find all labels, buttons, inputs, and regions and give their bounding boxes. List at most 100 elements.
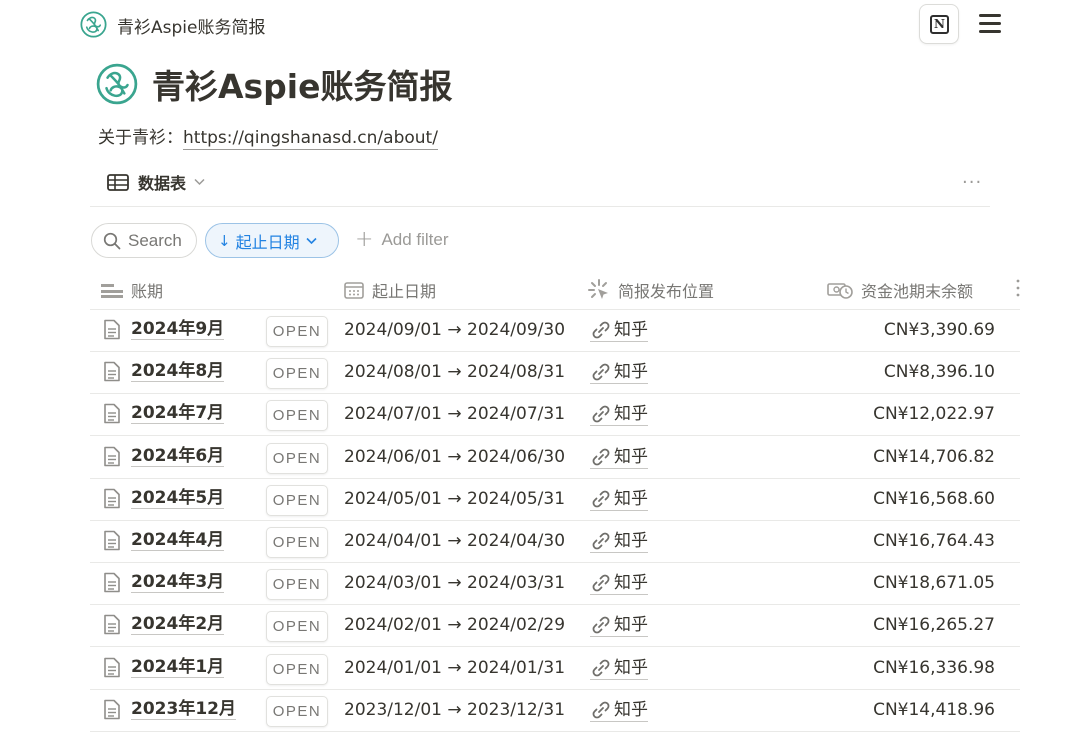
page-icon (104, 572, 120, 593)
table-icon (107, 173, 129, 191)
site-title[interactable]: 青衫Aspie账务简报 (117, 13, 265, 38)
period-cell[interactable]: 2024年7月 (103, 403, 225, 425)
about-label: 关于青衫： (98, 128, 183, 148)
page-icon (104, 615, 120, 635)
period-cell[interactable]: 2024年9月 (103, 319, 225, 340)
page-icon (104, 699, 120, 720)
date-range: 2024/09/01 → 2024/09/30 (344, 320, 566, 340)
table-row[interactable]: 2024年8月 OPEN 2024/08/01 → 2024/08/31 知乎 CN¥8… (90, 352, 1020, 395)
table-row[interactable]: 2024年4月 OPEN 2024/04/01 → 2024/04/30 知乎 CN¥1… (90, 521, 1020, 563)
table-row[interactable]: 2024年6月 OPEN 2024/06/01 → 2024/06/30 知乎 CN¥1… (90, 437, 1020, 479)
balance-value: CN¥3,390.69 (883, 320, 995, 340)
period-cell[interactable]: 2024年5月 (103, 488, 225, 509)
column-header-period[interactable]: 账期 (101, 278, 163, 302)
chevron-down-icon (194, 178, 205, 186)
location-link[interactable]: 知乎 (590, 530, 648, 553)
date-range: 2023/12/01 → 2023/12/31 (344, 699, 566, 720)
notion-button[interactable]: N (919, 4, 959, 44)
location-link[interactable]: 知乎 (590, 361, 648, 385)
balance-value: CN¥12,022.97 (873, 404, 995, 425)
location-link[interactable]: 知乎 (590, 699, 648, 722)
location-link[interactable]: 知乎 (590, 614, 648, 638)
location-text: 知乎 (614, 615, 648, 636)
chevron-down-icon (306, 237, 317, 244)
period-name: 2024年9月 (131, 319, 225, 340)
open-button[interactable]: OPEN (266, 484, 328, 516)
location-text: 知乎 (614, 320, 648, 340)
period-name: 2024年2月 (131, 614, 225, 636)
open-button[interactable]: OPEN (266, 695, 328, 727)
search-box[interactable] (91, 223, 197, 258)
period-cell[interactable]: 2024年6月 (103, 446, 225, 467)
location-link[interactable]: 知乎 (590, 572, 648, 596)
search-input[interactable] (128, 230, 190, 251)
page-icon (104, 404, 120, 424)
link-icon (592, 490, 610, 508)
open-button[interactable]: OPEN (266, 316, 328, 347)
location-text: 知乎 (614, 573, 648, 594)
table-row[interactable]: 2024年1月 OPEN 2024/01/01 → 2024/01/31 知乎 CN¥1… (90, 648, 1020, 690)
column-options-icon[interactable] (1016, 278, 1020, 298)
page-logo-icon (96, 63, 138, 105)
location-link[interactable]: 知乎 (590, 403, 648, 427)
table-row[interactable]: 2024年2月 OPEN 2024/02/01 → 2024/02/29 知乎 CN¥1… (90, 605, 1020, 648)
link-icon (592, 659, 610, 677)
table-row[interactable]: 2024年3月 OPEN 2024/03/01 → 2024/03/31 知乎 CN¥1… (90, 563, 1020, 606)
column-label: 简报发布位置 (618, 282, 715, 301)
column-header-location[interactable]: 简报发布位置 (588, 278, 714, 302)
link-icon (592, 574, 610, 592)
balance-value: CN¥16,568.60 (873, 488, 995, 509)
green-knot-logo-icon[interactable] (80, 11, 107, 38)
formula-money-icon (827, 283, 853, 299)
link-icon (592, 321, 610, 339)
table-row[interactable]: 2024年5月 OPEN 2024/05/01 → 2024/05/31 知乎 CN¥1… (90, 479, 1020, 521)
balance-value: CN¥16,764.43 (873, 531, 995, 551)
date-range: 2024/07/01 → 2024/07/31 (344, 404, 566, 425)
link-icon (592, 616, 610, 634)
column-header-dates[interactable]: 起止日期 (344, 278, 436, 302)
period-name: 2024年1月 (131, 656, 225, 678)
period-cell[interactable]: 2024年2月 (103, 614, 225, 636)
search-icon (103, 232, 121, 249)
balance-value: CN¥16,265.27 (873, 615, 995, 636)
link-icon (592, 448, 610, 466)
arrow-down-icon: ↓ (218, 231, 231, 250)
open-button[interactable]: OPEN (266, 527, 328, 558)
notion-icon: N (930, 15, 949, 34)
period-cell[interactable]: 2024年3月 (103, 572, 225, 594)
balance-value: CN¥8,396.10 (883, 362, 995, 383)
table-row[interactable]: 2024年7月 OPEN 2024/07/01 → 2024/07/31 知乎 CN¥1… (90, 394, 1020, 437)
table-row[interactable]: 2023年12月 OPEN 2023/12/01 → 2023/12/31 知乎 CN¥… (90, 690, 1020, 732)
more-options-icon[interactable]: ··· (962, 172, 982, 193)
about-link[interactable]: https://qingshanasd.cn/about/ (183, 128, 438, 150)
hamburger-menu-icon[interactable] (979, 13, 1001, 33)
location-link[interactable]: 知乎 (590, 319, 648, 342)
table-header: 账期 起止日期 简报发布位置 资金池期末余额 (90, 268, 1020, 310)
add-filter-button[interactable]: + Add filter (355, 229, 449, 251)
column-label: 账期 (131, 282, 164, 301)
location-link[interactable]: 知乎 (590, 657, 648, 680)
location-link[interactable]: 知乎 (590, 488, 648, 511)
open-button[interactable]: OPEN (266, 569, 328, 601)
view-selector[interactable]: 数据表 (107, 170, 205, 194)
open-button[interactable]: OPEN (266, 611, 328, 643)
location-text: 知乎 (614, 657, 648, 678)
open-button[interactable]: OPEN (266, 400, 328, 432)
balance-value: CN¥18,671.05 (873, 573, 995, 594)
open-button[interactable]: OPEN (266, 653, 328, 685)
period-cell[interactable]: 2024年4月 (103, 530, 225, 551)
open-button[interactable]: OPEN (266, 358, 328, 390)
open-button[interactable]: OPEN (266, 442, 328, 474)
table-row[interactable]: 2024年9月 OPEN 2024/09/01 → 2024/09/30 知乎 CN¥3… (90, 310, 1020, 352)
location-text: 知乎 (614, 699, 648, 720)
period-cell[interactable]: 2024年1月 (103, 656, 225, 678)
location-link[interactable]: 知乎 (590, 446, 648, 469)
period-cell[interactable]: 2024年8月 (103, 361, 225, 383)
column-header-balance[interactable]: 资金池期末余额 (827, 278, 973, 302)
rollup-icon (588, 279, 608, 299)
about-line: 关于青衫：https://qingshanasd.cn/about/ (98, 123, 438, 150)
date-range: 2024/02/01 → 2024/02/29 (344, 615, 566, 636)
page-icon (104, 319, 120, 340)
sort-button[interactable]: ↓ 起止日期 (205, 223, 339, 258)
period-cell[interactable]: 2023年12月 (103, 699, 236, 720)
